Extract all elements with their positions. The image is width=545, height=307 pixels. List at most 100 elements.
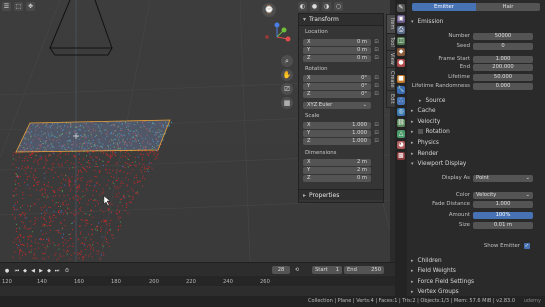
play-icon[interactable]: ▶ bbox=[38, 268, 44, 274]
render-icon[interactable]: ▣ bbox=[397, 15, 405, 23]
location-x-field[interactable]: X0 m bbox=[303, 39, 371, 46]
source-section-header[interactable]: ▸ Source bbox=[419, 96, 545, 106]
transform-icon[interactable]: ✥ bbox=[26, 2, 35, 11]
prev-keyframe-icon[interactable]: ◆ bbox=[22, 268, 28, 274]
scene-icon[interactable]: ◆ bbox=[397, 48, 405, 56]
viewport-shading-icon[interactable]: ● bbox=[310, 2, 319, 11]
select-icon[interactable]: ⬚ bbox=[14, 2, 23, 11]
current-frame-field[interactable]: 28 bbox=[272, 266, 290, 274]
record-icon[interactable]: ● bbox=[4, 268, 10, 274]
navigation-gizmo[interactable] bbox=[262, 22, 292, 52]
render-shading-icon[interactable]: ○ bbox=[334, 2, 343, 11]
amount-slider[interactable]: 100% bbox=[473, 212, 533, 219]
lifetime-randomness-field[interactable]: 0.000 bbox=[473, 83, 533, 90]
data-icon[interactable]: △ bbox=[397, 130, 405, 138]
display-as-select[interactable]: Point ⌄ bbox=[473, 175, 533, 182]
field-weights-section-header[interactable]: ▸ Field Weights bbox=[411, 266, 541, 276]
physics-icon[interactable]: ◎ bbox=[397, 108, 405, 116]
rotation-checkbox[interactable] bbox=[417, 129, 423, 134]
jump-end-icon[interactable]: ⏭ bbox=[54, 268, 60, 274]
clock-icon[interactable]: ⏱ bbox=[64, 268, 70, 274]
physics-section-header[interactable]: ▸ Physics bbox=[411, 138, 541, 148]
grid-icon[interactable]: ▦ bbox=[281, 97, 293, 109]
rotation-section-header[interactable]: ▸ Rotation bbox=[411, 127, 541, 137]
lock-icon[interactable]: ⊡ bbox=[373, 55, 380, 62]
force-field-settings-section-header[interactable]: ▸ Force Field Settings bbox=[411, 277, 541, 287]
constraints-icon[interactable]: ⛓ bbox=[397, 119, 405, 127]
material-shading-icon[interactable]: ◑ bbox=[322, 2, 331, 11]
sidebar-n-panel: ▾ Transform Location X0 m ⊡ Y0 m ⊡ Z0 m ⊡… bbox=[298, 13, 384, 203]
lock-icon[interactable]: ⊡ bbox=[373, 47, 380, 54]
render-section-header[interactable]: ▸ Render bbox=[411, 149, 541, 159]
lock-icon[interactable]: ⊡ bbox=[373, 138, 380, 145]
overlay-icon[interactable]: ◐ bbox=[298, 2, 307, 11]
size-field[interactable]: 0.01 m bbox=[473, 222, 533, 229]
children-section-header[interactable]: ▸ Children bbox=[411, 256, 541, 266]
scale-label: Scale bbox=[305, 113, 320, 119]
rotation-y-field[interactable]: Y 0° bbox=[303, 83, 371, 90]
viewport-display-label: Viewport Display bbox=[417, 161, 467, 167]
field-weights-label: Field Weights bbox=[417, 268, 456, 274]
lock-icon[interactable]: ⊡ bbox=[373, 75, 380, 82]
tab-emitter[interactable]: Emitter bbox=[412, 3, 476, 11]
seed-field[interactable]: 0 bbox=[473, 43, 533, 50]
timeline-ruler[interactable] bbox=[0, 276, 395, 286]
properties-panel-header[interactable]: ▸ Properties bbox=[299, 189, 383, 200]
show-emitter-checkbox[interactable]: ✓ bbox=[524, 243, 530, 249]
tick-label: 120 bbox=[2, 279, 12, 285]
auto-keying-icon[interactable]: ⟲ bbox=[294, 267, 300, 273]
frame-start-field[interactable]: 1.000 bbox=[473, 56, 533, 63]
camera-object[interactable] bbox=[49, 0, 113, 56]
dimensions-z-field[interactable]: Z0 m bbox=[303, 175, 371, 182]
texture-icon[interactable]: ▩ bbox=[397, 152, 405, 160]
tab-hair[interactable]: Hair bbox=[476, 3, 540, 11]
status-bar: Collection | Plane | Verts:4 | Faces:1 |… bbox=[0, 296, 545, 307]
rotation-mode-select[interactable]: XYZ Euler ⌄ bbox=[303, 102, 371, 109]
lock-icon[interactable]: ⊡ bbox=[373, 91, 380, 98]
cache-section-header[interactable]: ▸ Cache bbox=[411, 106, 541, 116]
camera-view-icon[interactable]: ⌚ bbox=[262, 3, 276, 17]
dimensions-y-field[interactable]: Y2 m bbox=[303, 167, 371, 174]
fade-distance-field[interactable]: 1.000 bbox=[473, 201, 533, 208]
tool-icon[interactable]: ✎ bbox=[397, 4, 405, 12]
number-field[interactable]: 50000 bbox=[473, 33, 533, 40]
location-z-field[interactable]: Z0 m bbox=[303, 55, 371, 62]
next-keyframe-icon[interactable]: ◆ bbox=[46, 268, 52, 274]
scale-y-field[interactable]: Y 1.000 bbox=[303, 130, 371, 137]
emitter-plane[interactable] bbox=[15, 119, 171, 153]
lock-icon[interactable]: ⊡ bbox=[373, 83, 380, 90]
emission-section-header[interactable]: ▾ Emission bbox=[411, 17, 541, 27]
material-icon[interactable]: ◕ bbox=[397, 141, 405, 149]
play-reverse-icon[interactable]: ◀ bbox=[30, 268, 36, 274]
jump-start-icon[interactable]: ⏮ bbox=[14, 268, 20, 274]
menu-icon[interactable]: ☰ bbox=[2, 2, 11, 11]
lock-icon[interactable]: ⊡ bbox=[373, 39, 380, 46]
rotation-z-field[interactable]: Z 0° bbox=[303, 91, 371, 98]
dimensions-x-field[interactable]: X2 m bbox=[303, 159, 371, 166]
lifetime-field[interactable]: 50.000 bbox=[473, 74, 533, 81]
particles-icon[interactable]: ∴ bbox=[397, 97, 405, 105]
color-select[interactable]: Velocity ⌄ bbox=[473, 192, 533, 199]
scale-x-field[interactable]: X 1.000 bbox=[303, 122, 371, 129]
scale-z-field[interactable]: Z 1.000 bbox=[303, 138, 371, 145]
velocity-section-header[interactable]: ▸ Velocity bbox=[411, 117, 541, 127]
hand-icon[interactable]: ✋ bbox=[281, 69, 293, 81]
timeline[interactable]: ● ⏮ ◆ ◀ ▶ ◆ ⏭ ⏱ 28 ⟲ Start 1 End 250 120 1… bbox=[0, 262, 395, 296]
source-label: Source bbox=[425, 98, 446, 104]
lock-icon[interactable]: ⊡ bbox=[373, 130, 380, 137]
transform-panel-header[interactable]: ▾ Transform bbox=[299, 14, 383, 26]
zoom-icon[interactable]: ⌕ bbox=[281, 55, 293, 67]
velocity-label: Velocity bbox=[417, 119, 441, 125]
start-frame-field[interactable]: Start 1 bbox=[312, 266, 342, 274]
seed-label: Seed bbox=[456, 43, 470, 49]
mouse-cursor bbox=[103, 195, 111, 207]
display-as-label: Display As bbox=[441, 175, 470, 181]
camera-icon[interactable]: ⎚ bbox=[281, 83, 293, 95]
rotation-x-field[interactable]: X 0° bbox=[303, 75, 371, 82]
end-frame-field[interactable]: End 250 bbox=[344, 266, 384, 274]
amount-label: Amount bbox=[448, 212, 470, 218]
frame-end-field[interactable]: 200.000 bbox=[473, 64, 533, 71]
viewport-display-section-header[interactable]: ▾ Viewport Display bbox=[411, 159, 541, 169]
location-y-field[interactable]: Y0 m bbox=[303, 47, 371, 54]
lock-icon[interactable]: ⊡ bbox=[373, 122, 380, 129]
